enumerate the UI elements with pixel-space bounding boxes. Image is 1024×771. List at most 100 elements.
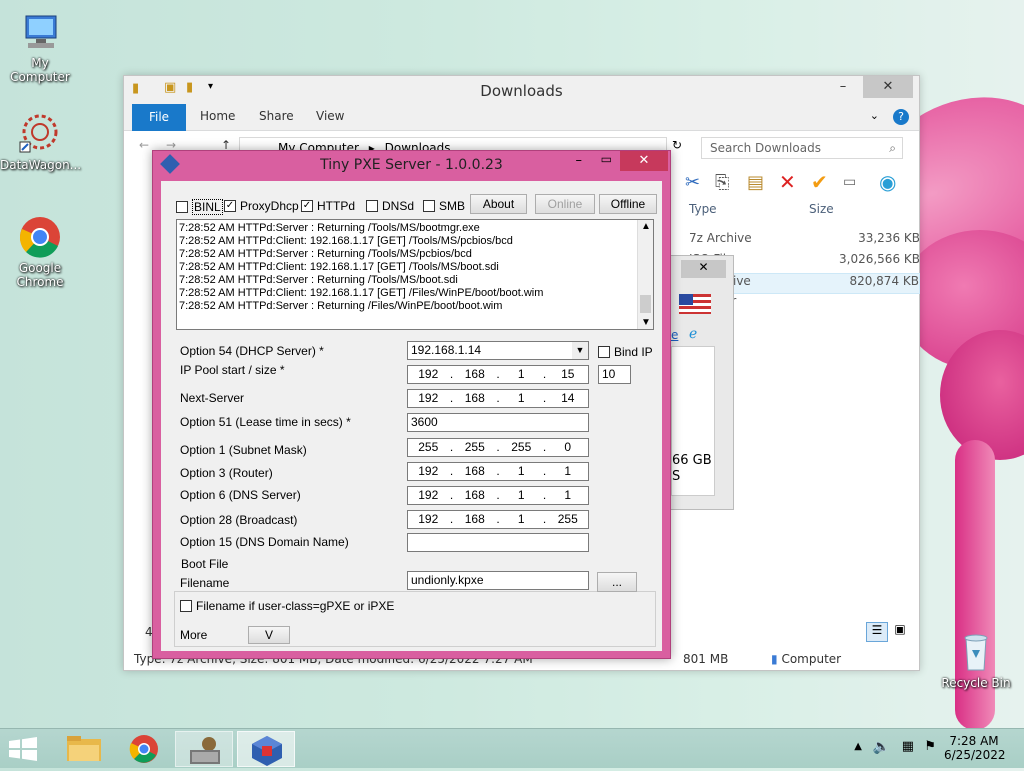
start-button[interactable]	[8, 737, 38, 764]
taskbar-user-app[interactable]	[175, 731, 233, 767]
taskbar-tiny-pxe[interactable]	[237, 731, 295, 767]
minimize-button[interactable]: –	[829, 76, 857, 98]
pool-start-input[interactable]: 192. 168. 1. 15	[407, 365, 589, 384]
action-center-icon[interactable]: ⚑	[924, 739, 936, 754]
taskbar-chrome[interactable]	[115, 731, 173, 767]
bindip-checkbox[interactable]: Bind IP	[598, 345, 653, 359]
pxe-close-button[interactable]: ✕	[620, 151, 668, 171]
pxe-minimize-button[interactable]: –	[576, 153, 583, 168]
pxe-cube-icon	[252, 736, 282, 766]
binl-checkbox[interactable]: BINL	[176, 199, 223, 215]
opt6-input[interactable]: 192. 168. 1. 1	[407, 486, 589, 505]
opt1-input[interactable]: 255. 255. 255. 0	[407, 438, 589, 457]
desktop-icon-my-computer[interactable]: My Computer	[0, 10, 80, 84]
check-icon[interactable]: ✔	[811, 170, 828, 194]
taskbar-explorer[interactable]	[55, 731, 113, 767]
column-type[interactable]: Type	[689, 202, 717, 216]
scroll-thumb[interactable]	[640, 295, 651, 313]
desktop-icon-chrome[interactable]: Google Chrome	[0, 215, 80, 289]
paste-icon[interactable]: ▤	[747, 172, 764, 193]
cut-icon[interactable]: ✂	[685, 172, 700, 193]
dnsd-checkbox[interactable]: DNSd	[366, 199, 414, 213]
ip-octet: 1	[517, 391, 525, 405]
clock[interactable]: 7:28 AM 6/25/2022	[944, 734, 1006, 762]
clock-time: 7:28 AM	[949, 734, 999, 748]
help-icon[interactable]: ?	[893, 109, 909, 125]
browse-button[interactable]: ...	[597, 572, 637, 592]
bindip-box[interactable]	[598, 346, 610, 358]
us-flag-icon	[679, 294, 711, 314]
copy-icon[interactable]: ⎘	[715, 172, 729, 193]
rename-icon[interactable]: ▭	[843, 174, 856, 190]
windows-icon	[9, 737, 37, 761]
binl-box[interactable]	[176, 201, 188, 213]
userclass-box[interactable]	[180, 600, 192, 612]
more-button[interactable]: V	[248, 626, 290, 644]
proxydhcp-checkbox[interactable]: ✓ ProxyDhcp	[224, 199, 299, 213]
httpd-box[interactable]: ✓	[301, 200, 313, 212]
desktop-icon-label: My Computer	[10, 56, 70, 84]
ip-octet: 1	[564, 464, 572, 478]
smb-checkbox[interactable]: SMB	[423, 199, 465, 213]
opt3-input[interactable]: 192. 168. 1. 1	[407, 462, 589, 481]
folder-icon	[67, 736, 101, 761]
tab-view[interactable]: View	[316, 109, 344, 123]
status-location: ▮ Computer	[767, 648, 846, 670]
dnsd-box[interactable]	[366, 200, 378, 212]
network-icon[interactable]: ▦	[902, 739, 914, 754]
close-button[interactable]: ✕	[863, 76, 913, 98]
computer-icon	[18, 10, 62, 54]
ip-octet: 168	[464, 488, 485, 502]
opt15-input[interactable]	[407, 533, 589, 552]
computer-icon: ▮	[771, 652, 778, 666]
offline-button[interactable]: Offline	[599, 194, 657, 214]
tab-home[interactable]: Home	[200, 109, 235, 123]
back-icon[interactable]: ←	[139, 138, 149, 152]
httpd-checkbox[interactable]: ✓ HTTPd	[301, 199, 355, 213]
details-view-icon[interactable]: ☰	[866, 622, 888, 642]
desktop-icon-recycle-bin[interactable]: Recycle Bin	[936, 630, 1016, 690]
chevron-down-icon[interactable]: ▼	[572, 342, 588, 359]
chrome-icon	[18, 215, 62, 259]
proxydhcp-box[interactable]: ✓	[224, 200, 236, 212]
log-line: 7:28:52 AM HTTPd:Client: 192.168.1.17 [G…	[179, 261, 499, 273]
show-hidden-icons[interactable]: ▲	[854, 741, 862, 752]
volume-muted-icon[interactable]: 🔈	[873, 739, 890, 755]
log-box[interactable]: 7:28:52 AM HTTPd:Server : Returning /Too…	[176, 219, 654, 330]
online-button[interactable]: Online	[535, 194, 595, 214]
more-label: More	[180, 628, 208, 642]
scroll-up-icon[interactable]: ▲	[641, 220, 651, 233]
globe-icon[interactable]: ◉	[879, 170, 896, 194]
tab-file[interactable]: File	[132, 104, 186, 131]
smb-box[interactable]	[423, 200, 435, 212]
status-location-label: Computer	[781, 652, 842, 666]
filename-input[interactable]: undionly.kpxe	[407, 571, 589, 590]
column-size[interactable]: Size	[809, 202, 834, 216]
desktop-icon-datawagon[interactable]: DataWagon...	[0, 112, 81, 172]
ip-octet: 255	[511, 440, 532, 454]
about-button[interactable]: About	[470, 194, 527, 214]
delete-icon[interactable]: ✕	[779, 170, 796, 194]
background-dialog: ✕ e ℯ 66 GB S	[670, 255, 734, 510]
tab-share[interactable]: Share	[259, 109, 294, 123]
opt28-label: Option 28 (Broadcast)	[180, 513, 298, 527]
refresh-icon[interactable]: ↻	[672, 138, 682, 152]
scroll-down-icon[interactable]: ▼	[641, 316, 651, 329]
table-row[interactable]: 7z Archive 33,236 KB	[680, 231, 920, 252]
thumbnail-view-icon[interactable]: ▣	[890, 622, 910, 642]
pool-size-input[interactable]: 10	[598, 365, 631, 384]
search-icon: ⌕	[889, 141, 896, 155]
log-scrollbar[interactable]: ▲ ▼	[637, 220, 653, 329]
next-server-input[interactable]: 192. 168. 1. 14	[407, 389, 589, 408]
opt28-input[interactable]: 192. 168. 1. 255	[407, 510, 589, 529]
ip-octet: 1	[517, 488, 525, 502]
pxe-maximize-button[interactable]: ▭	[601, 152, 612, 166]
userclass-checkbox[interactable]: Filename if user-class=gPXE or iPXE	[180, 599, 394, 613]
expand-ribbon-icon[interactable]: ⌄	[870, 109, 879, 122]
opt54-select[interactable]: 192.168.1.14 ▼	[407, 341, 589, 360]
background-dialog-close-button[interactable]: ✕	[681, 260, 726, 278]
background-dialog-link[interactable]: e	[671, 328, 678, 342]
log-line: 7:28:52 AM HTTPd:Server : Returning /Fil…	[179, 300, 503, 312]
search-input[interactable]: Search Downloads ⌕	[701, 137, 903, 159]
opt51-input[interactable]: 3600	[407, 413, 589, 432]
